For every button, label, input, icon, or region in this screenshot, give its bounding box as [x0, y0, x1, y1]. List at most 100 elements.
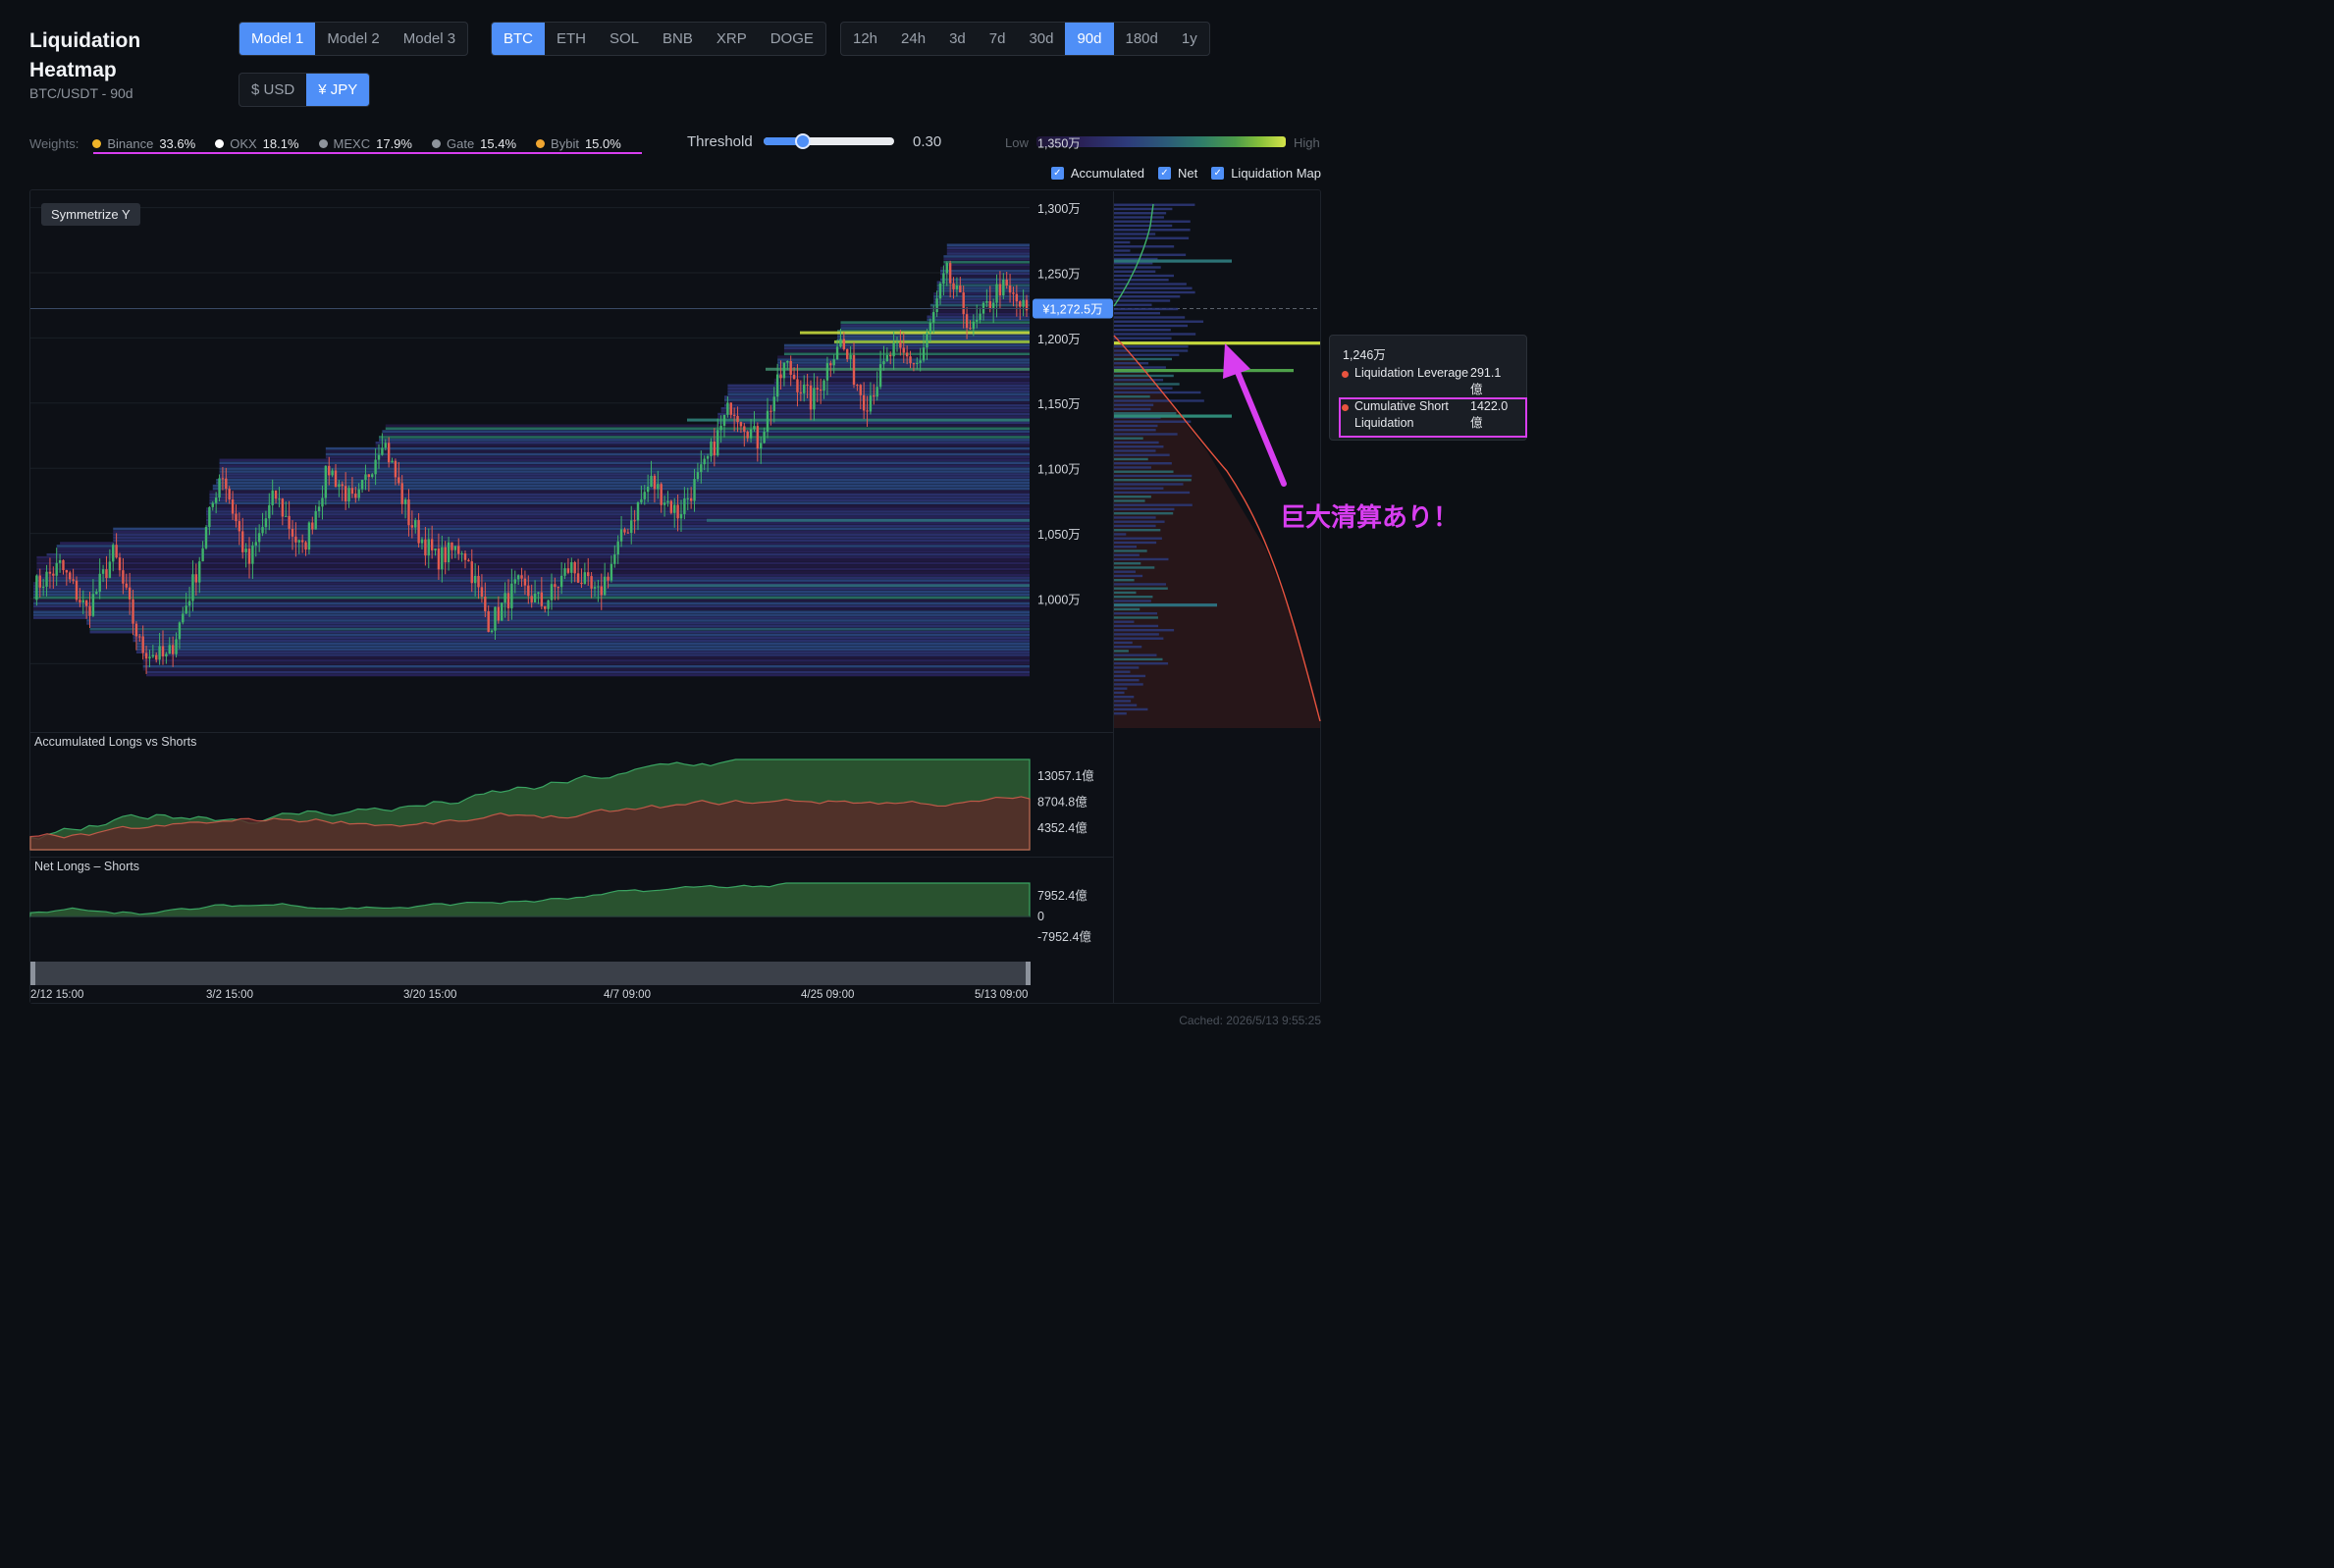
liq-bar — [1114, 379, 1164, 382]
candle-body — [463, 552, 467, 560]
candle-body — [424, 539, 427, 556]
liq-bar — [1114, 437, 1143, 440]
heatmap-band — [36, 555, 1030, 559]
candle-body — [148, 656, 151, 659]
liq-bar — [1114, 403, 1154, 406]
candle-body — [753, 426, 756, 430]
candle-body — [928, 322, 932, 333]
price-axis-label: 1,300万 — [1037, 202, 1081, 216]
candle-body — [948, 263, 952, 284]
candle-body — [304, 542, 307, 550]
liq-bar — [1114, 274, 1175, 278]
heatmap-band — [142, 659, 1030, 662]
candle-body — [643, 492, 646, 499]
heatmap-band — [36, 564, 1030, 568]
liq-bar — [1114, 220, 1191, 223]
candle-body — [683, 498, 686, 514]
candle-body — [849, 354, 852, 359]
liq-bar — [1114, 387, 1173, 390]
candle-body — [955, 286, 959, 289]
heatmap-band — [219, 476, 1031, 479]
candle-body — [729, 402, 732, 415]
candle-body — [976, 320, 979, 322]
liq-bar — [1114, 433, 1178, 436]
heatmap-band — [219, 467, 1031, 470]
liq-hot-bar — [1114, 603, 1217, 607]
candle-body — [563, 568, 566, 576]
candle-body — [516, 575, 520, 580]
candle-body — [437, 549, 441, 570]
candle-body — [371, 474, 374, 478]
candle-body — [58, 559, 62, 563]
liq-bar — [1114, 503, 1193, 506]
liq-bar — [1114, 624, 1159, 628]
candle-body — [460, 552, 463, 554]
candle-body — [799, 392, 803, 393]
candle-body — [573, 561, 576, 574]
candle-body — [98, 573, 101, 593]
net-title: Net Longs – Shorts — [34, 860, 139, 873]
candle-body — [938, 284, 942, 299]
liq-bar — [1114, 374, 1174, 378]
heatmap-band — [382, 430, 1030, 433]
candle-body — [122, 570, 125, 584]
candle-body — [544, 605, 547, 609]
candle-body — [247, 549, 251, 564]
heatmap-band — [717, 421, 1030, 425]
candle-body — [912, 363, 916, 365]
liq-bar — [1114, 312, 1161, 315]
candle-body — [300, 540, 304, 543]
candle-body — [816, 388, 819, 391]
candle-body — [72, 579, 75, 581]
candle-body — [782, 362, 786, 379]
candle-body — [597, 586, 600, 588]
candle-body — [317, 506, 321, 511]
time-axis-label: 2/12 15:00 — [30, 989, 83, 1001]
liq-bar — [1114, 320, 1204, 323]
candle-body — [434, 549, 437, 550]
liq-bar — [1114, 249, 1131, 252]
liq-bar — [1114, 629, 1175, 632]
candle-body — [347, 488, 350, 502]
candle-body — [646, 487, 650, 493]
candle-body — [341, 484, 344, 487]
candle-body — [208, 506, 211, 528]
heatmap-band — [146, 673, 1031, 677]
candle-body — [225, 478, 228, 490]
heatmap-band — [940, 269, 1030, 273]
liq-hot-bar — [1114, 341, 1320, 345]
candle-body — [796, 379, 799, 392]
candle-body — [856, 385, 859, 387]
candle-body — [713, 442, 716, 456]
tooltip-row: Liquidation Leverage 291.1 億 — [1342, 365, 1524, 398]
heatmap-band — [212, 487, 1030, 491]
liq-bar — [1114, 533, 1127, 536]
candle-body — [125, 583, 128, 588]
candle-body — [696, 472, 700, 480]
liq-hot-bar — [1114, 414, 1232, 418]
candle-body — [88, 605, 91, 616]
candle-body — [726, 402, 729, 415]
heatmap-band — [933, 300, 1030, 304]
candle-body — [191, 574, 194, 601]
symmetrize-y-button[interactable]: Symmetrize Y — [41, 203, 140, 226]
candle-body — [430, 539, 434, 550]
time-axis-label: 5/13 09:00 — [975, 989, 1028, 1001]
candle-body — [377, 454, 381, 460]
liq-bar — [1114, 529, 1161, 532]
candle-body — [922, 347, 926, 361]
candle-body — [407, 499, 410, 526]
candle-body — [307, 522, 311, 550]
liq-bar — [1114, 466, 1151, 469]
heatmap-band — [133, 636, 1031, 640]
liq-bar — [1114, 607, 1140, 611]
candle-body — [926, 332, 928, 348]
heatmap-band — [929, 303, 1030, 307]
heatmap-band — [936, 287, 1030, 289]
heatmap-band — [933, 297, 1030, 301]
candle-body — [630, 520, 633, 534]
liq-bar — [1114, 662, 1169, 665]
candle-body — [81, 600, 84, 602]
candle-body — [706, 455, 710, 459]
candle-body — [214, 497, 218, 503]
